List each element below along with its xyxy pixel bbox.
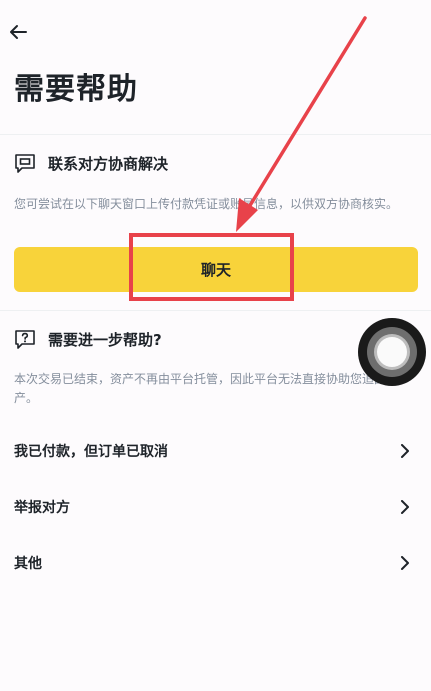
option-other[interactable]: 其他	[0, 535, 431, 591]
help-section-header: 需要进一步帮助?	[14, 328, 162, 350]
option-label: 我已付款，但订单已取消	[14, 444, 168, 460]
assistive-touch-ring	[367, 327, 417, 377]
page-title: 需要帮助	[14, 72, 138, 107]
chat-button[interactable]: 聊天	[14, 247, 418, 292]
help-section-description: 本次交易已结束，资产不再由平台托管，因此平台无法直接协助您追回资产。	[14, 372, 399, 405]
assistive-touch-core	[377, 337, 407, 367]
annotation-arrow-line	[244, 16, 367, 214]
option-paid-order-cancelled[interactable]: 我已付款，但订单已取消	[0, 423, 431, 479]
chevron-right-icon	[401, 556, 409, 570]
chat-bubble-icon	[15, 154, 35, 173]
contact-section-title: 联系对方协商解决	[48, 154, 169, 173]
assistive-touch-button[interactable]	[358, 318, 426, 386]
divider	[0, 310, 431, 311]
chevron-right-icon	[401, 500, 409, 514]
back-arrow-icon[interactable]	[8, 22, 28, 42]
option-label: 举报对方	[14, 500, 70, 516]
option-label: 其他	[14, 556, 42, 572]
help-section-title: 需要进一步帮助?	[48, 330, 162, 349]
divider	[0, 134, 431, 135]
option-report-counterparty[interactable]: 举报对方	[0, 479, 431, 535]
question-bubble-icon	[15, 330, 35, 349]
chevron-right-icon	[401, 444, 409, 458]
contact-section-header: 联系对方协商解决	[14, 152, 168, 174]
contact-section-description: 您可尝试在以下聊天窗口上传付款凭证或账号信息，以供双方协商核实。	[14, 197, 399, 211]
